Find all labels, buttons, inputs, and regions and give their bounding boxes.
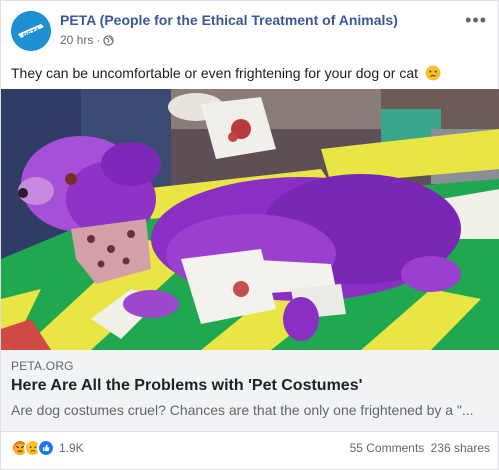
page-name-link[interactable]: PETA (People for the Ethical Treatment o… [60,12,398,28]
crying-face-emoji [425,65,441,81]
link-title[interactable]: Here Are All the Problems with 'Pet Cost… [11,377,362,395]
peta-logo-icon: PETA [11,11,51,51]
post-footer: 1.9K 55 Comments 236 shares [1,433,499,463]
more-options-icon[interactable]: ••• [465,11,487,29]
page-avatar[interactable]: PETA [11,11,51,51]
shares-count-link[interactable]: 236 shares [431,441,490,455]
post-timestamp[interactable]: 20 hrs [60,33,93,47]
caption-text: They can be uncomfortable or even fright… [11,65,419,81]
like-reaction-icon [37,439,55,457]
reactions-summary[interactable]: 1.9K [11,439,84,457]
link-preview[interactable]: PETA.ORG Here Are All the Problems with … [1,350,499,432]
purple-dog-photo [1,89,499,350]
comments-count-link[interactable]: 55 Comments [350,441,425,455]
post-meta: 20 hrs · [60,33,115,47]
link-domain: PETA.ORG [11,359,74,373]
facebook-post: PETA PETA (People for the Ethical Treatm… [0,0,499,470]
globe-icon [103,34,115,46]
post-header: PETA PETA (People for the Ethical Treatm… [11,11,491,53]
post-photo[interactable] [1,89,499,350]
post-caption: They can be uncomfortable or even fright… [11,64,491,82]
meta-separator: · [96,33,101,47]
engagement-stats: 55 Comments 236 shares [347,441,490,455]
reaction-count[interactable]: 1.9K [59,441,84,455]
link-description: Are dog costumes cruel? Chances are that… [11,402,474,418]
